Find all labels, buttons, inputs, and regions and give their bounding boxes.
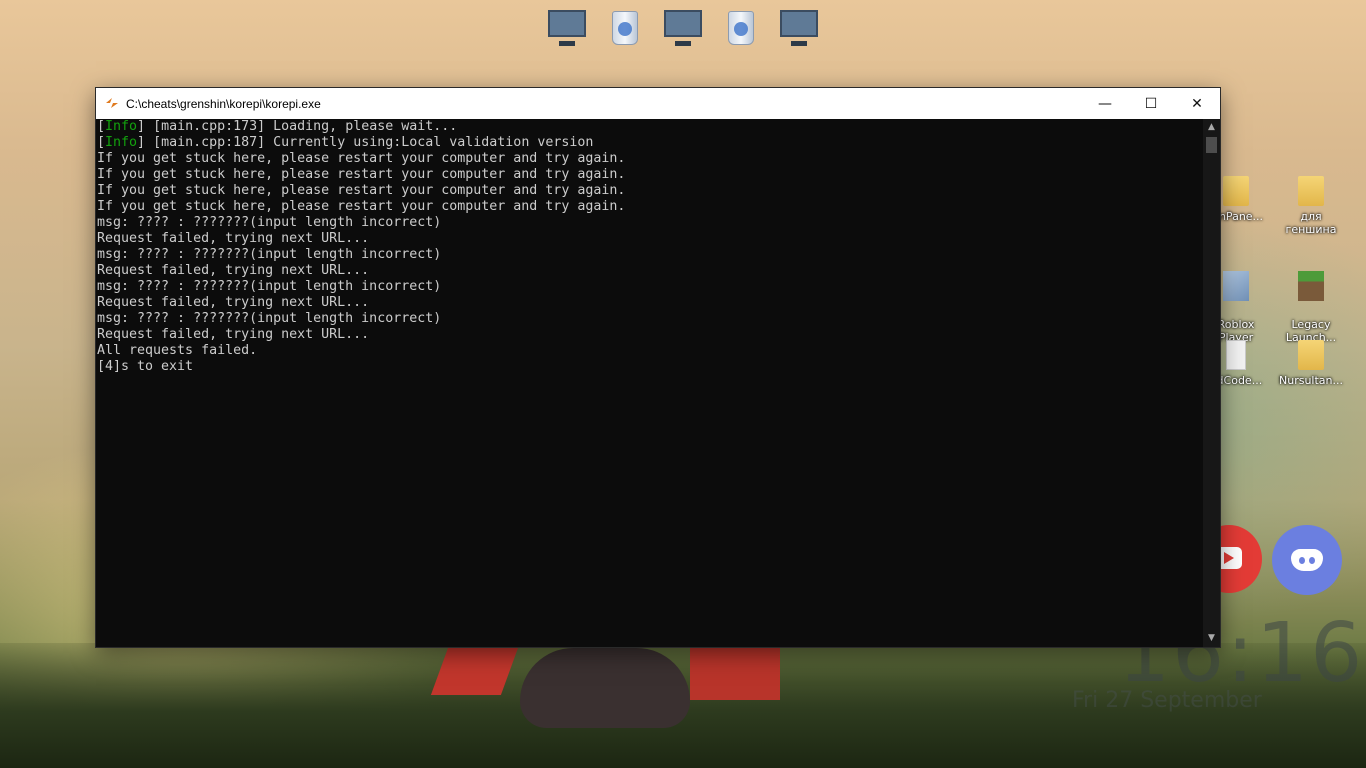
console-line-text: msg: ???? : ???????(input length incorre…: [97, 247, 442, 262]
console-line: msg: ???? : ???????(input length incorre…: [97, 247, 1201, 263]
console-line: msg: ???? : ???????(input length incorre…: [97, 311, 1201, 327]
console-line-text: msg: ???? : ???????(input length incorre…: [97, 279, 442, 294]
info-tag: Info: [105, 119, 138, 134]
vertical-scrollbar[interactable]: ▲ ▼: [1203, 119, 1220, 647]
console-line: Request failed, trying next URL...: [97, 295, 1201, 311]
console-line: If you get stuck here, please restart yo…: [97, 167, 1201, 183]
minimize-icon: —: [1098, 95, 1112, 112]
console-line: [4]s to exit: [97, 359, 1201, 375]
title-bar[interactable]: C:\cheats\grenshin\korepi\korepi.exe — ☐…: [96, 88, 1220, 119]
console-line-text: [4]s to exit: [97, 359, 194, 374]
wallpaper-figure: [690, 645, 780, 700]
console-line: If you get stuck here, please restart yo…: [97, 199, 1201, 215]
console-line-text: [main.cpp:187] Currently using:Local val…: [145, 135, 594, 150]
window-title: C:\cheats\grenshin\korepi\korepi.exe: [126, 97, 321, 111]
console-line: msg: ???? : ???????(input length incorre…: [97, 215, 1201, 231]
console-line-text: Request failed, trying next URL...: [97, 295, 370, 310]
close-button[interactable]: ✕: [1174, 88, 1220, 119]
desktop-clock-date: Fri 27 September: [1072, 688, 1262, 713]
console-line-text: msg: ???? : ???????(input length incorre…: [97, 311, 442, 326]
discord-icon[interactable]: [1272, 525, 1342, 595]
folder-icon: [1298, 176, 1324, 206]
console-line: Request failed, trying next URL...: [97, 231, 1201, 247]
console-window[interactable]: C:\cheats\grenshin\korepi\korepi.exe — ☐…: [96, 88, 1220, 647]
roblox-icon: [1223, 271, 1249, 301]
console-line: msg: ???? : ???????(input length incorre…: [97, 279, 1201, 295]
console-line: [Info] [main.cpp:173] Loading, please wa…: [97, 119, 458, 134]
console-line-text: msg: ???? : ???????(input length incorre…: [97, 215, 442, 230]
console-line: [Info] [main.cpp:187] Currently using:Lo…: [97, 135, 594, 150]
minecraft-icon: [1298, 271, 1324, 301]
console-line-text: If you get stuck here, please restart yo…: [97, 183, 626, 198]
console-output[interactable]: [Info] [main.cpp:173] Loading, please wa…: [97, 119, 1201, 647]
desktop-item[interactable]: для геншина: [1275, 176, 1347, 236]
scroll-down-icon[interactable]: ▼: [1203, 630, 1220, 647]
console-line: All requests failed.: [97, 343, 1201, 359]
maximize-button[interactable]: ☐: [1128, 88, 1174, 119]
wallpaper-figure: [520, 648, 690, 728]
recycle-bin-icon[interactable]: [606, 8, 646, 48]
desktop-item[interactable]: Legacy Launch...: [1275, 258, 1347, 344]
console-line-text: Request failed, trying next URL...: [97, 327, 370, 342]
close-icon: ✕: [1191, 95, 1203, 112]
scroll-up-icon[interactable]: ▲: [1203, 119, 1220, 136]
console-line-text: [main.cpp:173] Loading, please wait...: [145, 119, 458, 134]
console-line-text: If you get stuck here, please restart yo…: [97, 151, 626, 166]
app-icon: [106, 98, 118, 108]
console-line-text: All requests failed.: [97, 343, 258, 358]
console-line: Request failed, trying next URL...: [97, 263, 1201, 279]
computer-icon[interactable]: [779, 8, 819, 48]
folder-icon: [1298, 340, 1324, 370]
folder-icon: [1223, 176, 1249, 206]
console-line: Request failed, trying next URL...: [97, 327, 1201, 343]
console-line: If you get stuck here, please restart yo…: [97, 151, 1201, 167]
console-line-text: If you get stuck here, please restart yo…: [97, 199, 626, 214]
maximize-icon: ☐: [1144, 95, 1158, 112]
info-tag: Info: [105, 135, 138, 150]
computer-icon[interactable]: [663, 8, 703, 48]
console-line: If you get stuck here, please restart yo…: [97, 183, 1201, 199]
console-line-text: Request failed, trying next URL...: [97, 231, 370, 246]
file-icon: [1226, 340, 1246, 370]
recycle-bin-icon[interactable]: [722, 8, 762, 48]
console-line-text: If you get stuck here, please restart yo…: [97, 167, 626, 182]
scrollbar-thumb[interactable]: [1206, 137, 1217, 153]
computer-icon[interactable]: [547, 8, 587, 48]
minimize-button[interactable]: —: [1082, 88, 1128, 119]
desktop-item[interactable]: Nursultan...: [1275, 340, 1347, 387]
console-line-text: Request failed, trying next URL...: [97, 263, 370, 278]
